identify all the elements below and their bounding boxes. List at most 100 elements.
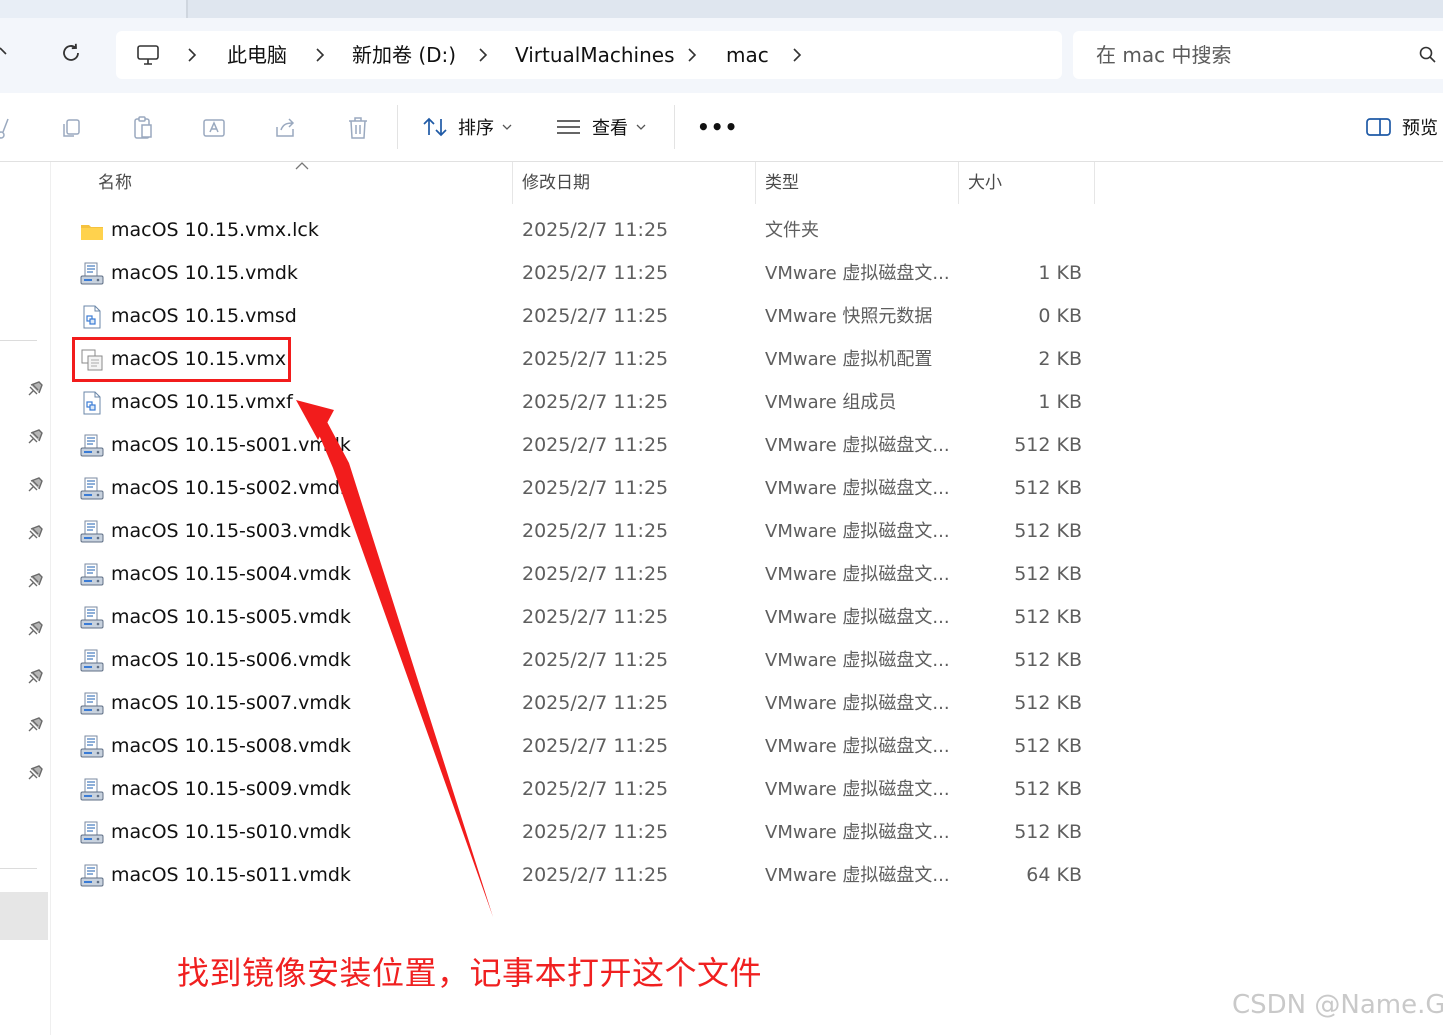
file-date: 2025/2/7 11:25	[522, 305, 669, 327]
disk-file-icon	[80, 778, 104, 802]
chevron-right-icon[interactable]	[475, 45, 491, 65]
highlight-box	[72, 337, 291, 382]
sort-caret-up-icon	[295, 162, 309, 170]
file-row[interactable]: macOS 10.15-s005.vmdk 2025/2/7 11:25 VMwar…	[70, 596, 1110, 639]
file-name: macOS 10.15-s010.vmdk	[111, 821, 351, 843]
pin-icon[interactable]	[26, 524, 44, 542]
pin-icon[interactable]	[26, 380, 44, 398]
chevron-right-icon[interactable]	[789, 45, 805, 65]
file-row[interactable]: macOS 10.15-s011.vmdk 2025/2/7 11:25 VMwar…	[70, 854, 1110, 897]
share-icon[interactable]	[273, 115, 299, 141]
breadcrumb-virtualmachines[interactable]: VirtualMachines	[515, 31, 675, 79]
rename-icon[interactable]	[201, 115, 227, 141]
file-row[interactable]: macOS 10.15.vmsd 2025/2/7 11:25 VMware 快照元…	[70, 295, 1110, 338]
file-row[interactable]: macOS 10.15-s007.vmdk 2025/2/7 11:25 VMwar…	[70, 682, 1110, 725]
pin-icon[interactable]	[26, 428, 44, 446]
nav-item-selected[interactable]	[0, 892, 48, 940]
file-row[interactable]: macOS 10.15-s010.vmdk 2025/2/7 11:25 VMwar…	[70, 811, 1110, 854]
cut-icon[interactable]	[0, 115, 14, 141]
preview-pane-icon	[1366, 118, 1391, 136]
file-date: 2025/2/7 11:25	[522, 821, 669, 843]
file-date: 2025/2/7 11:25	[522, 778, 669, 800]
file-row[interactable]: macOS 10.15.vmdk 2025/2/7 11:25 VMware 虚拟磁…	[70, 252, 1110, 295]
search-icon[interactable]	[1418, 45, 1438, 65]
pin-icon[interactable]	[26, 764, 44, 782]
column-header-size[interactable]: 大小	[968, 162, 1002, 204]
file-row[interactable]: macOS 10.15.vmxf 2025/2/7 11:25 VMware 组成员…	[70, 381, 1110, 424]
file-type: VMware 虚拟磁盘文...	[765, 607, 950, 628]
file-size: 512 KB	[1014, 434, 1082, 456]
file-name: macOS 10.15-s006.vmdk	[111, 649, 351, 671]
refresh-icon	[63, 43, 79, 61]
vmware-doc-icon	[80, 305, 104, 329]
view-button[interactable]: 查看	[556, 93, 646, 161]
column-divider[interactable]	[1094, 162, 1095, 204]
column-header-name[interactable]: 名称	[98, 162, 132, 204]
file-row[interactable]: macOS 10.15-s009.vmdk 2025/2/7 11:25 VMwar…	[70, 768, 1110, 811]
column-header-type[interactable]: 类型	[765, 162, 799, 204]
pin-icon[interactable]	[26, 620, 44, 638]
folder-icon	[80, 219, 104, 243]
delete-icon[interactable]	[345, 115, 371, 141]
breadcrumb-mac[interactable]: mac	[726, 31, 769, 79]
disk-file-icon	[80, 520, 104, 544]
disk-file-icon	[80, 434, 104, 458]
address-bar[interactable]: 此电脑 新加卷 (D:) VirtualMachines mac	[116, 31, 1062, 79]
breadcrumb-this-pc[interactable]: 此电脑	[227, 31, 287, 79]
copy-icon[interactable]	[58, 115, 84, 141]
pin-icon[interactable]	[26, 668, 44, 686]
view-label: 查看	[592, 118, 628, 139]
file-row[interactable]: macOS 10.15-s001.vmdk 2025/2/7 11:25 VMwar…	[70, 424, 1110, 467]
column-header-date[interactable]: 修改日期	[522, 162, 590, 204]
file-row[interactable]: macOS 10.15-s002.vmdk 2025/2/7 11:25 VMwar…	[70, 467, 1110, 510]
preview-label: 预览	[1402, 118, 1438, 139]
column-divider[interactable]	[512, 162, 513, 204]
file-row[interactable]: macOS 10.15-s003.vmdk 2025/2/7 11:25 VMwar…	[70, 510, 1110, 553]
file-size: 1 KB	[1038, 391, 1082, 413]
refresh-button[interactable]	[52, 34, 90, 72]
file-name: macOS 10.15-s007.vmdk	[111, 692, 351, 714]
chevron-right-icon[interactable]	[184, 45, 200, 65]
more-options-button[interactable]: •••	[697, 93, 738, 161]
pin-icon[interactable]	[26, 716, 44, 734]
file-name: macOS 10.15-s008.vmdk	[111, 735, 351, 757]
search-placeholder: 在 mac 中搜索	[1096, 43, 1232, 67]
more-icon: •••	[697, 115, 739, 139]
toolbar-divider	[674, 105, 675, 149]
chevron-right-icon[interactable]	[684, 45, 700, 65]
file-type: VMware 虚拟机配置	[765, 349, 933, 370]
disk-file-icon	[80, 692, 104, 716]
file-type: VMware 虚拟磁盘文...	[765, 736, 950, 757]
pin-icon[interactable]	[26, 572, 44, 590]
file-size: 512 KB	[1014, 563, 1082, 585]
file-name: macOS 10.15-s005.vmdk	[111, 606, 351, 628]
file-size: 512 KB	[1014, 692, 1082, 714]
chevron-down-icon	[502, 124, 512, 130]
up-arrow-icon[interactable]	[0, 40, 14, 64]
chevron-right-icon[interactable]	[312, 45, 328, 65]
search-input[interactable]: 在 mac 中搜索	[1073, 31, 1443, 79]
toolbar-divider	[397, 105, 398, 149]
file-name: macOS 10.15-s009.vmdk	[111, 778, 351, 800]
column-divider[interactable]	[958, 162, 959, 204]
column-divider[interactable]	[755, 162, 756, 204]
file-name: macOS 10.15-s003.vmdk	[111, 520, 351, 542]
file-row[interactable]: macOS 10.15-s008.vmdk 2025/2/7 11:25 VMwar…	[70, 725, 1110, 768]
breadcrumb-drive-d[interactable]: 新加卷 (D:)	[352, 31, 456, 79]
file-type: VMware 虚拟磁盘文...	[765, 779, 950, 800]
chevron-down-icon	[636, 124, 646, 130]
disk-file-icon	[80, 606, 104, 630]
tab-new-area[interactable]	[186, 0, 1443, 18]
disk-file-icon	[80, 563, 104, 587]
file-row[interactable]: macOS 10.15-s006.vmdk 2025/2/7 11:25 VMwar…	[70, 639, 1110, 682]
preview-pane-button[interactable]: 预览	[1366, 93, 1438, 161]
sort-button[interactable]: 排序	[422, 93, 512, 161]
paste-icon[interactable]	[130, 115, 156, 141]
navigation-pane	[0, 162, 51, 1035]
file-row[interactable]: macOS 10.15-s004.vmdk 2025/2/7 11:25 VMwar…	[70, 553, 1110, 596]
pin-icon[interactable]	[26, 476, 44, 494]
file-size: 1 KB	[1038, 262, 1082, 284]
file-type: VMware 快照元数据	[765, 306, 933, 327]
file-type: VMware 虚拟磁盘文...	[765, 435, 950, 456]
file-row[interactable]: macOS 10.15.vmx.lck 2025/2/7 11:25 文件夹	[70, 209, 1110, 252]
